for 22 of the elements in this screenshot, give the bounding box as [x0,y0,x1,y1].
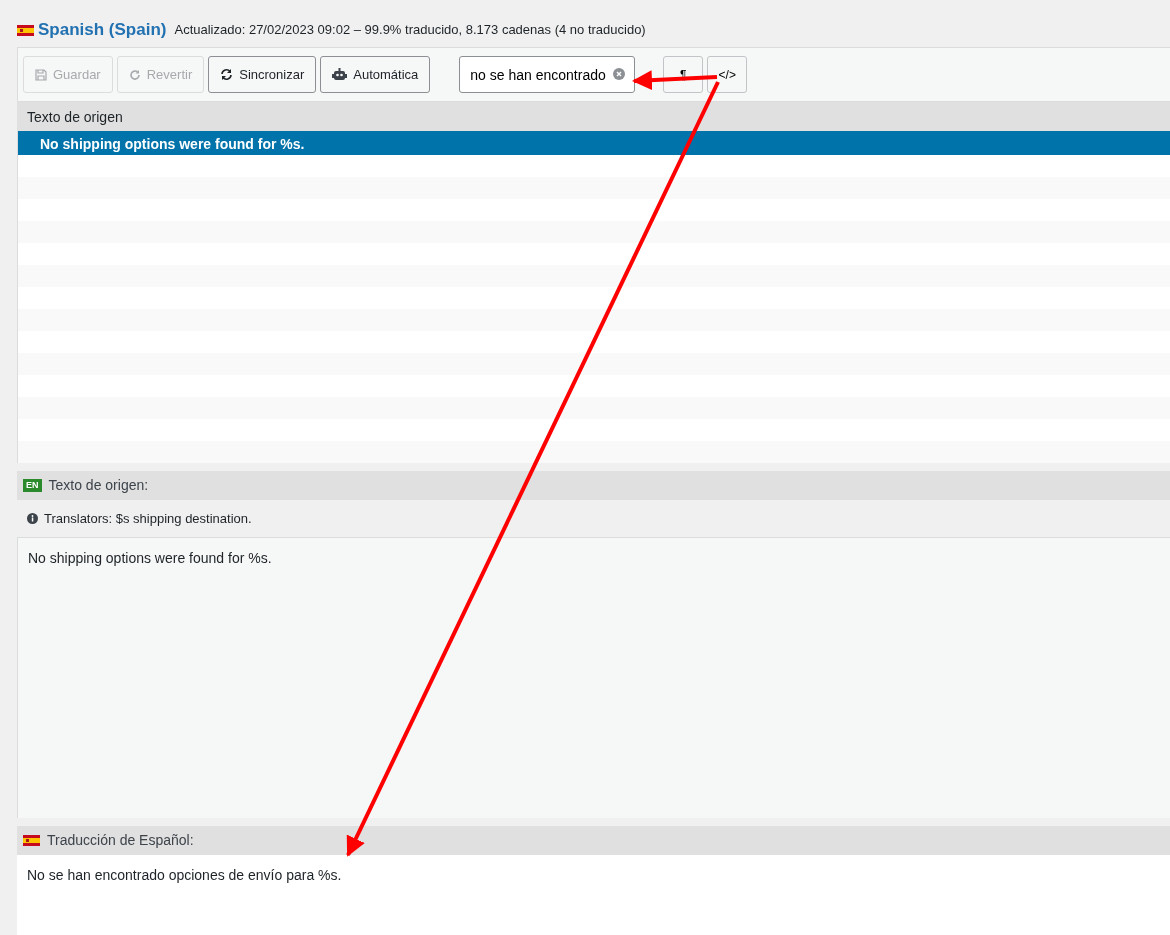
info-icon [27,513,38,524]
source-text: No shipping options were found for %s. [17,538,1170,818]
section-label: Traducción de Español: [47,831,194,850]
toggle-button[interactable]: </> [707,56,748,93]
robot-icon [332,68,348,81]
robot-button[interactable]: Automática [320,56,431,93]
language-title: Spanish (Spain) [38,19,167,42]
flag-icon [23,835,40,846]
clear-icon[interactable] [613,68,626,80]
sync-icon [220,68,234,81]
string-row[interactable]: No shipping options were found for %s. [18,131,1170,155]
translation-field[interactable]: No se han encontrado opciones de envío para %s. [17,855,1170,935]
sync-button[interactable]: Sincronizar [208,56,317,93]
translator-comment: Translators: $s shipping destination. [44,509,252,528]
search-field[interactable]: no se han encontrado [459,56,636,93]
update-info: Actualizado: 27/02/2023 09:02 – 99.9% traducido, 8.173 cadenas (4 no traducido) [174,21,646,40]
flag-icon [17,24,34,36]
save-icon [35,68,47,81]
language-badge: EN [23,479,42,492]
section-label: Texto de origen: [48,476,149,495]
undo-icon [128,68,141,81]
column-header: Texto de origen [17,102,1170,131]
